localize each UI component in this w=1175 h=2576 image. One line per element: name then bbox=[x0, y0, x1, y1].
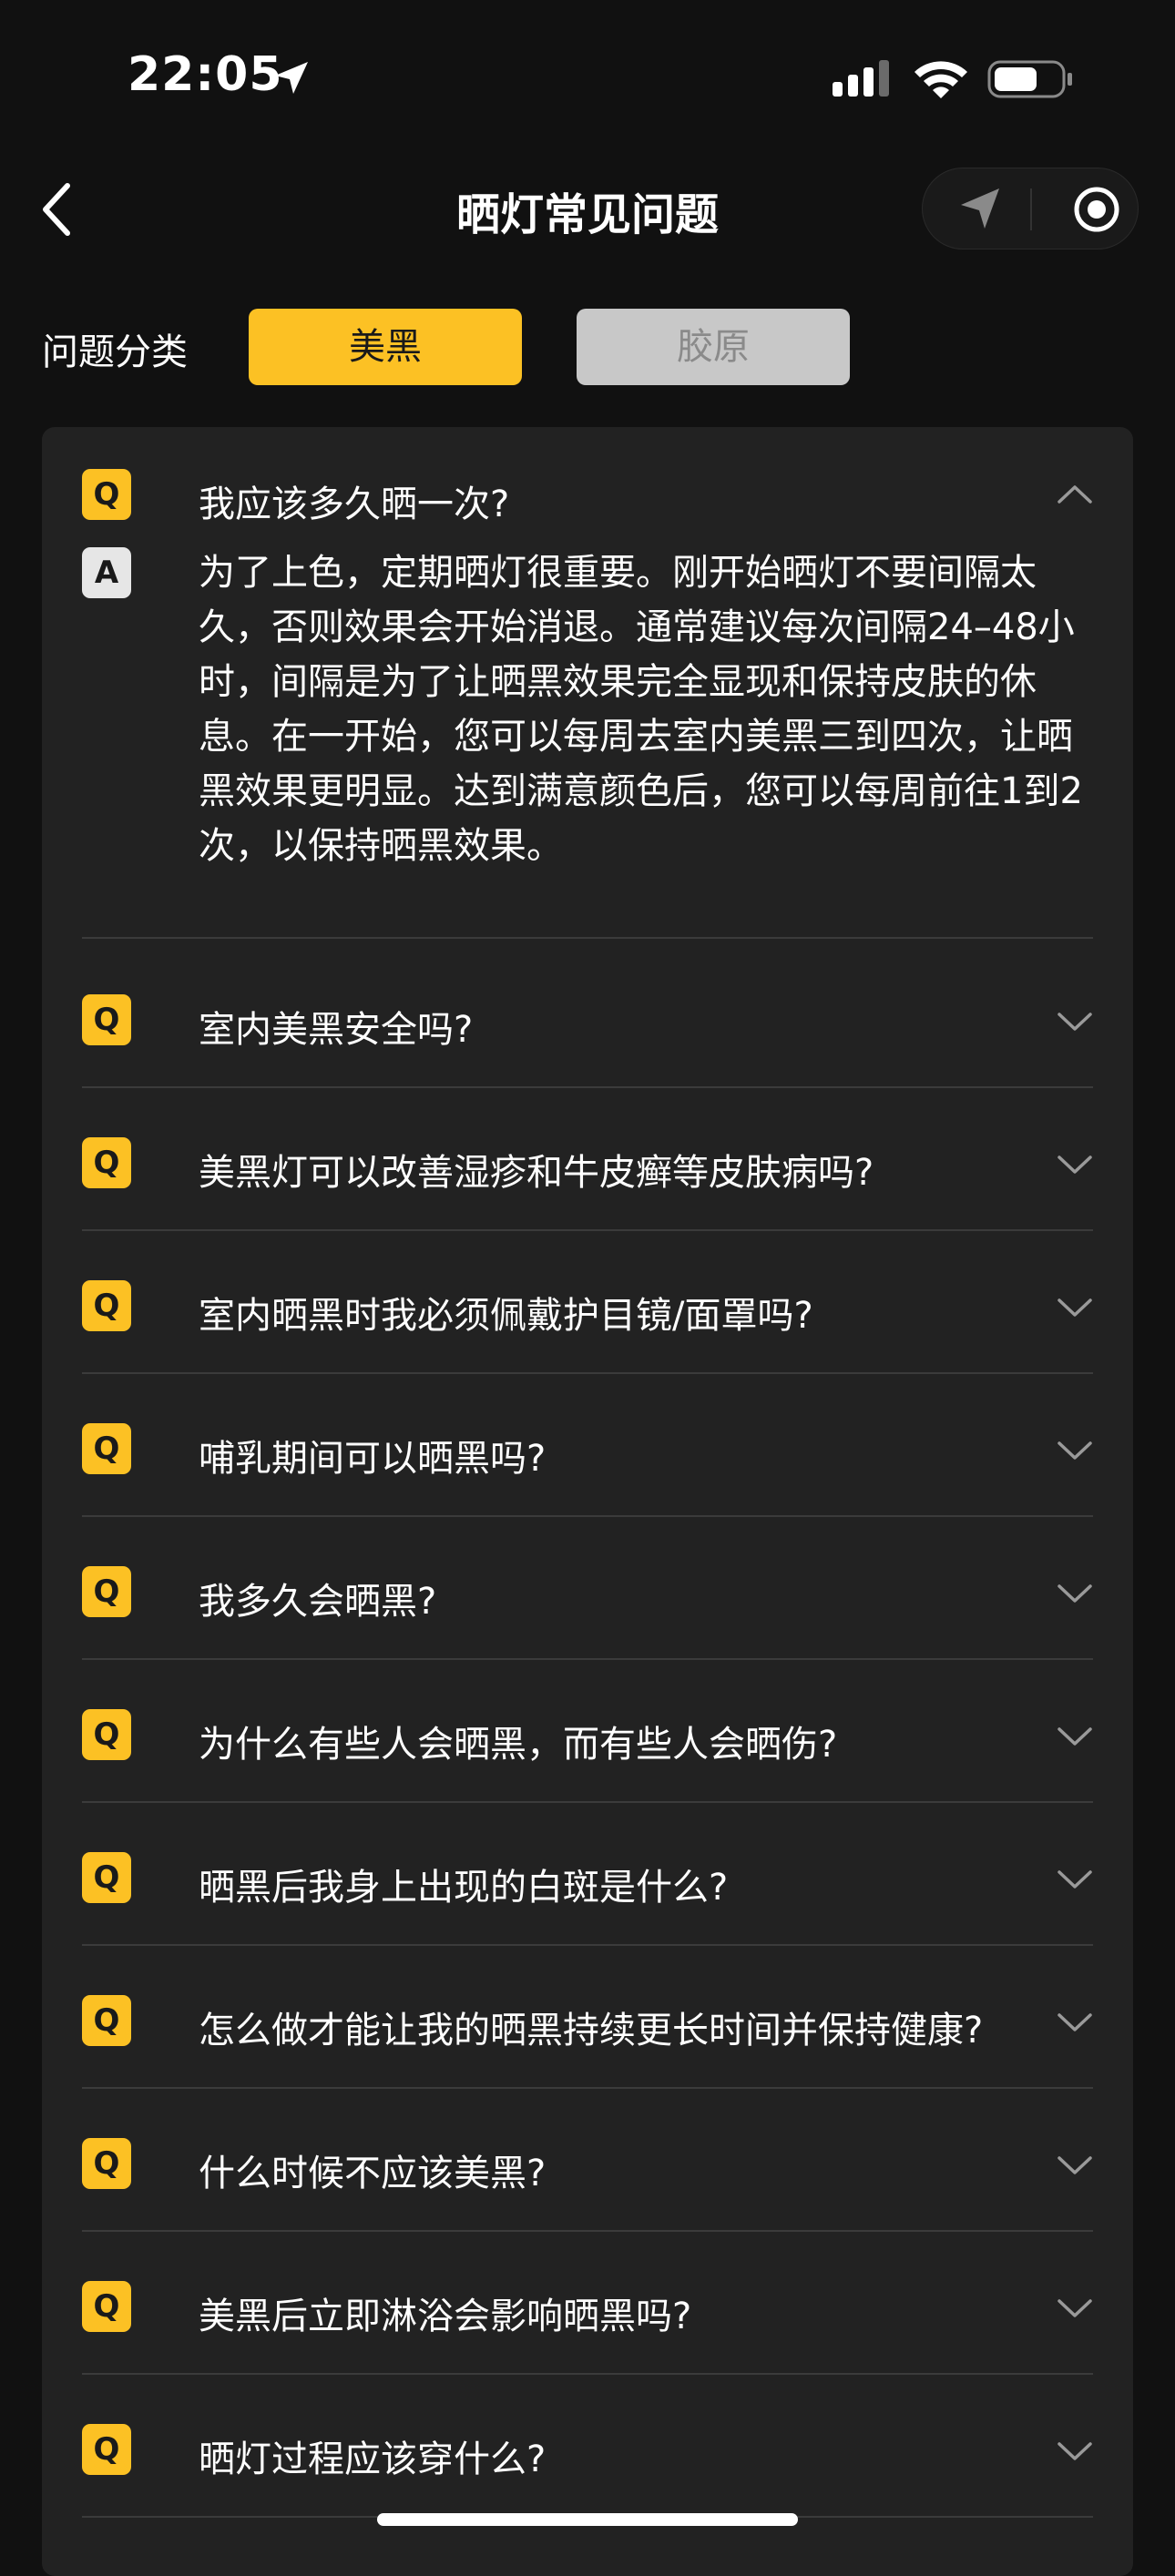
faq-divider bbox=[82, 1086, 1093, 1088]
q-badge: Q bbox=[82, 469, 131, 520]
faq-divider bbox=[82, 2373, 1093, 2375]
faq-divider bbox=[82, 1658, 1093, 1660]
faq-question: 室内晒黑时我必须佩戴护目镜/面罩吗? bbox=[199, 1295, 813, 1337]
faq-item-expanded[interactable]: Q 我应该多久晒一次? A 为了上色，定期晒灯很重要。刚开始晒灯不要间隔太 久，… bbox=[82, 469, 1093, 924]
mini-program-capsule bbox=[922, 168, 1139, 249]
answer-line: 久，否则效果会开始消退。通常建议每次间隔24–48小 bbox=[199, 606, 1075, 648]
faq-item[interactable]: Q 美黑灯可以改善湿疹和牛皮癣等皮肤病吗? bbox=[82, 1137, 1093, 1231]
faq-question: 美黑灯可以改善湿疹和牛皮癣等皮肤病吗? bbox=[199, 1152, 874, 1194]
faq-divider bbox=[82, 2230, 1093, 2232]
wifi-icon bbox=[914, 61, 967, 98]
q-badge: Q bbox=[82, 1709, 131, 1760]
q-badge: Q bbox=[82, 2424, 131, 2475]
status-time: 22:05 bbox=[128, 47, 283, 102]
faq-question: 美黑后立即淋浴会影响晒黑吗? bbox=[199, 2296, 692, 2337]
faq-question: 室内美黑安全吗? bbox=[199, 1009, 474, 1051]
faq-question: 什么时候不应该美黑? bbox=[199, 2153, 547, 2194]
faq-card: Q 我应该多久晒一次? A 为了上色，定期晒灯很重要。刚开始晒灯不要间隔太 久，… bbox=[42, 427, 1133, 2576]
answer-line: 黑效果更明显。达到满意颜色后，您可以每周前往1到2 bbox=[199, 770, 1083, 812]
chevron-down-icon[interactable] bbox=[1057, 1726, 1093, 1747]
faq-divider bbox=[82, 1944, 1093, 1946]
answer-line: 时，间隔是为了让晒黑效果完全显现和保持皮肤的休 bbox=[199, 661, 1037, 703]
faq-question: 为什么有些人会晒黑，而有些人会晒伤? bbox=[199, 1724, 838, 1766]
faq-question: 晒灯过程应该穿什么? bbox=[199, 2439, 547, 2480]
faq-item[interactable]: Q 晒黑后我身上出现的白斑是什么? bbox=[82, 1852, 1093, 1946]
answer-line: 息。在一开始，您可以每周去室内美黑三到四次，让晒 bbox=[199, 716, 1073, 758]
a-badge: A bbox=[82, 547, 131, 598]
chevron-down-icon[interactable] bbox=[1057, 2011, 1093, 2033]
battery-icon bbox=[987, 60, 1072, 98]
faq-divider bbox=[82, 1229, 1093, 1231]
q-badge: Q bbox=[82, 1280, 131, 1331]
chevron-down-icon[interactable] bbox=[1057, 1868, 1093, 1890]
q-badge: Q bbox=[82, 1995, 131, 2046]
chevron-down-icon[interactable] bbox=[1057, 2297, 1093, 2319]
q-badge: Q bbox=[82, 994, 131, 1045]
chevron-down-icon[interactable] bbox=[1057, 2154, 1093, 2176]
faq-item[interactable]: Q 什么时候不应该美黑? bbox=[82, 2138, 1093, 2232]
faq-question: 我应该多久晒一次? bbox=[199, 484, 510, 525]
chevron-down-icon[interactable] bbox=[1057, 2440, 1093, 2462]
q-badge: Q bbox=[82, 2281, 131, 2332]
category-label: 问题分类 bbox=[42, 331, 188, 373]
faq-question: 晒黑后我身上出现的白斑是什么? bbox=[199, 1867, 729, 1909]
q-badge: Q bbox=[82, 2138, 131, 2189]
record-icon[interactable] bbox=[1071, 184, 1122, 235]
chevron-down-icon[interactable] bbox=[1057, 1440, 1093, 1461]
chevron-down-icon[interactable] bbox=[1057, 1154, 1093, 1176]
location-arrow-icon bbox=[275, 62, 308, 94]
faq-item[interactable]: Q 室内晒黑时我必须佩戴护目镜/面罩吗? bbox=[82, 1280, 1093, 1374]
faq-divider bbox=[82, 1801, 1093, 1803]
faq-divider bbox=[82, 937, 1093, 939]
q-badge: Q bbox=[82, 1566, 131, 1617]
category-button-collagen[interactable]: 胶原 bbox=[577, 309, 850, 385]
answer-line: 次，以保持晒黑效果。 bbox=[199, 825, 563, 867]
faq-divider bbox=[82, 1515, 1093, 1517]
category-button-tanning[interactable]: 美黑 bbox=[249, 309, 522, 385]
faq-question: 我多久会晒黑? bbox=[199, 1581, 437, 1623]
chevron-up-icon[interactable] bbox=[1057, 484, 1093, 505]
cellular-signal-icon bbox=[833, 60, 889, 97]
q-badge: Q bbox=[82, 1137, 131, 1188]
faq-item[interactable]: Q 晒灯过程应该穿什么? bbox=[82, 2424, 1093, 2518]
home-indicator[interactable] bbox=[377, 2513, 798, 2526]
q-badge: Q bbox=[82, 1423, 131, 1474]
capsule-divider bbox=[1030, 188, 1032, 230]
status-bar: 22:05 bbox=[0, 0, 1175, 146]
chevron-down-icon[interactable] bbox=[1057, 1297, 1093, 1319]
faq-question: 怎么做才能让我的晒黑持续更长时间并保持健康? bbox=[199, 2010, 984, 2052]
faq-question: 哺乳期间可以晒黑吗? bbox=[199, 1438, 547, 1480]
faq-item[interactable]: Q 哺乳期间可以晒黑吗? bbox=[82, 1423, 1093, 1517]
faq-divider bbox=[82, 2087, 1093, 2089]
faq-item[interactable]: Q 美黑后立即淋浴会影响晒黑吗? bbox=[82, 2281, 1093, 2375]
navigation-arrow-icon[interactable] bbox=[955, 185, 1005, 234]
chevron-down-icon[interactable] bbox=[1057, 1011, 1093, 1033]
faq-item[interactable]: Q 室内美黑安全吗? bbox=[82, 994, 1093, 1088]
faq-item[interactable]: Q 我多久会晒黑? bbox=[82, 1566, 1093, 1660]
faq-answer: 为了上色，定期晒灯很重要。刚开始晒灯不要间隔太 久，否则效果会开始消退。通常建议… bbox=[199, 545, 1109, 873]
answer-line: 为了上色，定期晒灯很重要。刚开始晒灯不要间隔太 bbox=[199, 552, 1037, 594]
faq-divider bbox=[82, 1372, 1093, 1374]
faq-item[interactable]: Q 为什么有些人会晒黑，而有些人会晒伤? bbox=[82, 1709, 1093, 1803]
q-badge: Q bbox=[82, 1852, 131, 1903]
chevron-down-icon[interactable] bbox=[1057, 1583, 1093, 1604]
faq-item[interactable]: Q 怎么做才能让我的晒黑持续更长时间并保持健康? bbox=[82, 1995, 1093, 2089]
